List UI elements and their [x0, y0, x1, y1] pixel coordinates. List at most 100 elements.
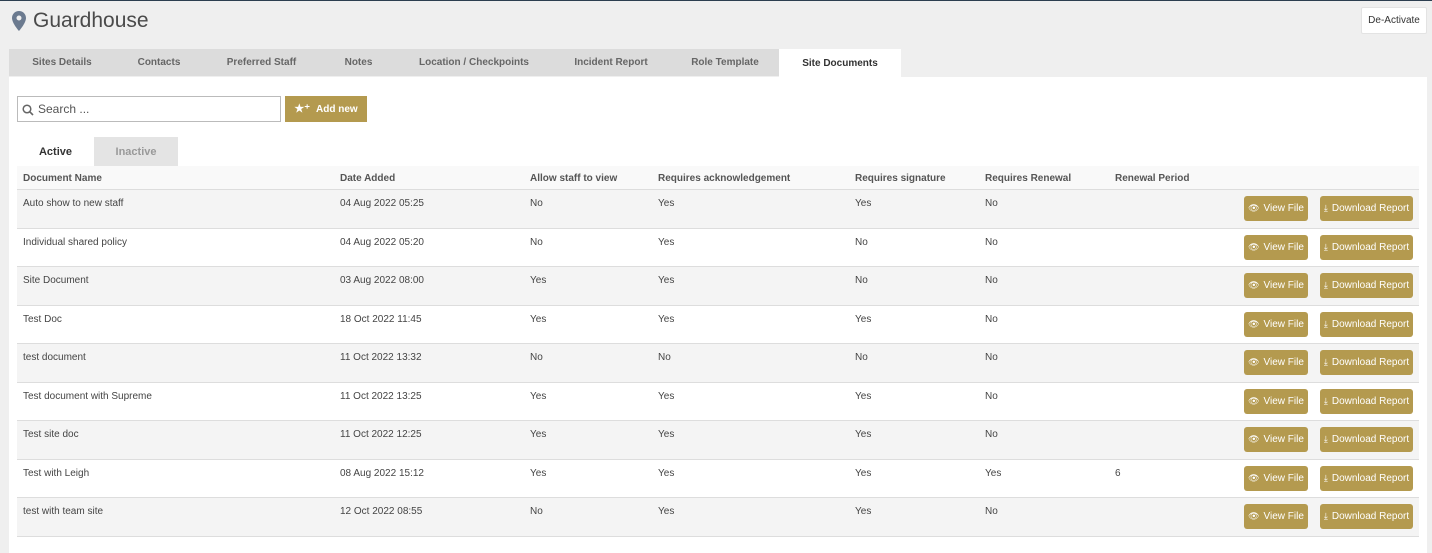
view-file-label: View File [1263, 472, 1304, 484]
cell-date-added: 08 Aug 2022 15:12 [340, 467, 424, 479]
add-new-label: Add new [316, 103, 358, 115]
add-star-icon: ★⁺ [294, 102, 310, 115]
col-document-name[interactable]: Document Name [23, 173, 102, 184]
view-file-label: View File [1263, 395, 1304, 407]
view-file-button[interactable]: 👁 View File [1244, 311, 1308, 337]
download-icon: ⤓ [1323, 434, 1328, 444]
cell-document-name: test document [23, 352, 86, 363]
view-file-button[interactable]: 👁 View File [1244, 273, 1308, 298]
table-row: Site Document 03 Aug 2022 08:00 Yes Yes No No… [17, 267, 1419, 306]
cell-requires-renewal: No [985, 506, 998, 517]
eye-icon: 👁 [1248, 280, 1260, 290]
tab-inactive[interactable]: Inactive [94, 137, 178, 166]
documents-table: Document Name Date Added Allow staff to … [17, 166, 1419, 537]
view-file-label: View File [1263, 357, 1304, 368]
download-icon: ⤓ [1323, 395, 1328, 406]
col-renewal-period[interactable]: Renewal Period [1115, 173, 1189, 184]
eye-icon: 👁 [1248, 318, 1260, 329]
download-report-button[interactable]: ⤓ Download Report [1320, 273, 1413, 298]
view-file-button[interactable]: 👁 View File [1244, 388, 1308, 414]
download-report-button[interactable]: ⤓ Download Report [1320, 350, 1413, 375]
view-file-button[interactable]: 👁 View File [1244, 196, 1308, 221]
cell-allow-staff-view: No [530, 352, 543, 363]
tab-role-template[interactable]: Role Template [671, 49, 779, 76]
view-file-button[interactable]: 👁 View File [1244, 427, 1308, 452]
download-icon: ⤓ [1323, 280, 1328, 290]
cell-requires-acknowledgement: Yes [658, 390, 675, 402]
tab-active[interactable]: Active [17, 137, 94, 166]
search-box [17, 96, 281, 122]
download-report-label: Download Report [1331, 318, 1410, 330]
cell-allow-staff-view: Yes [530, 313, 547, 325]
col-requires-signature[interactable]: Requires signature [855, 173, 946, 184]
view-file-button[interactable]: 👁 View File [1244, 504, 1308, 529]
tab-contacts[interactable]: Contacts [115, 49, 203, 76]
cell-allow-staff-view: Yes [530, 275, 547, 286]
download-report-button[interactable]: ⤓ Download Report [1320, 388, 1413, 414]
cell-requires-signature: No [855, 275, 868, 286]
cell-date-added: 04 Aug 2022 05:20 [340, 236, 424, 248]
download-report-button[interactable]: ⤓ Download Report [1320, 504, 1413, 529]
cell-requires-renewal: No [985, 352, 998, 363]
cell-allow-staff-view: Yes [530, 390, 547, 402]
cell-requires-renewal: Yes [985, 467, 1002, 479]
cell-requires-signature: No [855, 236, 868, 248]
download-icon: ⤓ [1323, 511, 1328, 521]
download-report-button[interactable]: ⤓ Download Report [1320, 465, 1413, 491]
cell-requires-signature: Yes [855, 506, 872, 517]
tab-incident-report[interactable]: Incident Report [551, 49, 671, 76]
add-new-button[interactable]: ★⁺ Add new [285, 96, 367, 122]
download-report-button[interactable]: ⤓ Download Report [1320, 311, 1413, 337]
download-report-button[interactable]: ⤓ Download Report [1320, 196, 1413, 221]
cell-document-name: Test document with Supreme [23, 390, 152, 402]
cell-renewal-period: 6 [1115, 467, 1121, 479]
cell-document-name: Test with Leigh [23, 467, 90, 479]
deactivate-button[interactable]: De-Activate [1361, 7, 1427, 34]
table-row: Test with Leigh 08 Aug 2022 15:12 Yes Yes Ye… [17, 460, 1419, 498]
download-report-label: Download Report [1331, 357, 1410, 368]
cell-requires-renewal: No [985, 198, 998, 209]
table-header: Document Name Date Added Allow staff to … [17, 166, 1419, 190]
col-date-added[interactable]: Date Added [340, 173, 395, 184]
cell-document-name: Individual shared policy [23, 236, 127, 248]
tab-sites-details[interactable]: Sites Details [9, 49, 115, 76]
cell-allow-staff-view: Yes [530, 467, 547, 479]
view-file-button[interactable]: 👁 View File [1244, 234, 1308, 260]
col-requires-renewal[interactable]: Requires Renewal [985, 173, 1071, 184]
cell-date-added: 11 Oct 2022 13:32 [340, 352, 422, 363]
view-file-label: View File [1263, 280, 1304, 291]
tab-site-documents[interactable]: Site Documents [779, 49, 901, 77]
download-icon: ⤓ [1323, 318, 1328, 329]
download-report-label: Download Report [1331, 203, 1410, 214]
tab-location-checkpoints[interactable]: Location / Checkpoints [397, 49, 551, 76]
col-requires-acknowledgement[interactable]: Requires acknowledgement [658, 173, 790, 184]
site-tabs: Sites Details Contacts Preferred Staff N… [9, 49, 901, 77]
download-report-label: Download Report [1331, 395, 1410, 407]
eye-icon: 👁 [1248, 241, 1260, 252]
search-input[interactable] [38, 102, 258, 116]
cell-requires-signature: No [855, 352, 868, 363]
cell-date-added: 12 Oct 2022 08:55 [340, 506, 423, 517]
eye-icon: 👁 [1248, 472, 1260, 483]
cell-requires-acknowledgement: Yes [658, 506, 675, 517]
table-body: Auto show to new staff 04 Aug 2022 05:25 N… [17, 190, 1419, 537]
download-report-button[interactable]: ⤓ Download Report [1320, 427, 1413, 452]
site-documents-panel: ★⁺ Add new Active Inactive Document Name… [9, 77, 1427, 553]
cell-date-added: 04 Aug 2022 05:25 [340, 198, 424, 209]
download-report-label: Download Report [1331, 472, 1410, 484]
view-file-label: View File [1263, 203, 1304, 214]
tab-preferred-staff[interactable]: Preferred Staff [203, 49, 320, 76]
page-header: Guardhouse [12, 9, 149, 33]
cell-requires-signature: Yes [855, 390, 872, 402]
table-row: Individual shared policy 04 Aug 2022 05:2… [17, 229, 1419, 267]
tab-notes[interactable]: Notes [320, 49, 397, 76]
col-allow-staff-view[interactable]: Allow staff to view [530, 173, 617, 184]
view-file-button[interactable]: 👁 View File [1244, 465, 1308, 491]
page-title: Guardhouse [33, 9, 149, 32]
eye-icon: 👁 [1248, 357, 1260, 367]
cell-document-name: test with team site [23, 506, 104, 517]
download-report-button[interactable]: ⤓ Download Report [1320, 234, 1413, 260]
view-file-button[interactable]: 👁 View File [1244, 350, 1308, 375]
download-icon: ⤓ [1323, 472, 1328, 483]
cell-requires-acknowledgement: Yes [658, 313, 675, 325]
